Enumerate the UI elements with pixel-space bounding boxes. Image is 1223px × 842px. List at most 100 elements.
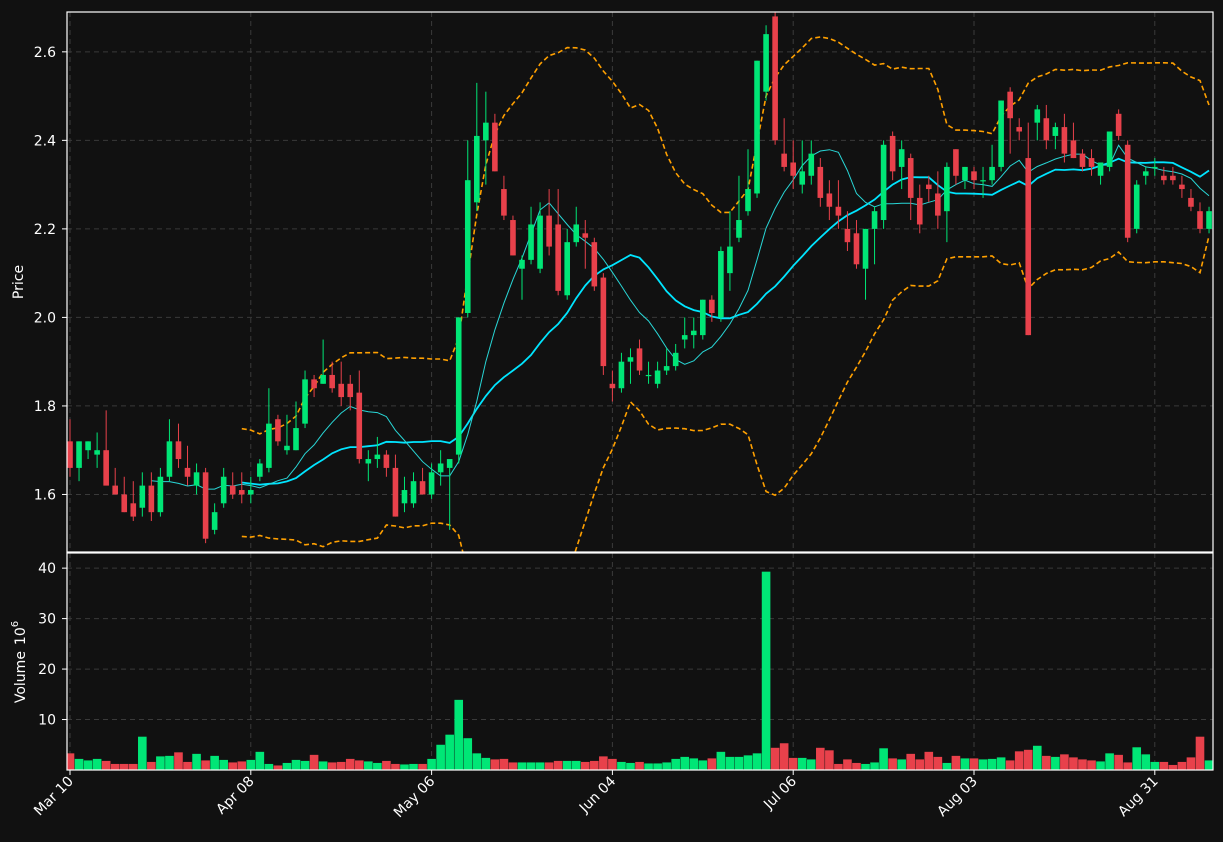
- volume-bar: [544, 762, 554, 770]
- volume-bar: [119, 763, 129, 770]
- volume-bar: [83, 760, 93, 770]
- volume-bar: [707, 758, 717, 770]
- candle-body: [672, 352, 679, 367]
- volume-bar: [734, 756, 744, 770]
- volume-bar: [915, 759, 925, 770]
- volume-bar: [1042, 755, 1051, 770]
- volume-bar: [834, 763, 843, 770]
- volume-bar: [861, 763, 870, 770]
- price-tick-label: 2.2: [34, 222, 56, 238]
- volume-bar: [608, 758, 617, 770]
- candle-body: [1043, 118, 1050, 141]
- candle-body: [1070, 140, 1077, 159]
- volume-bar: [761, 571, 771, 770]
- volume-bar: [653, 763, 662, 770]
- volume-bar: [816, 747, 825, 770]
- volume-bar: [210, 755, 219, 770]
- volume-bar: [327, 762, 337, 770]
- volume-bar: [1195, 736, 1205, 770]
- volume-bar: [318, 761, 328, 770]
- candle-body: [1115, 113, 1122, 136]
- volume-bar: [1123, 762, 1132, 770]
- candle-body: [998, 100, 1004, 167]
- volume-bar: [698, 760, 708, 770]
- volume-bar: [1150, 761, 1160, 770]
- candle-body: [184, 467, 191, 477]
- volume-bar: [879, 748, 888, 770]
- volume-bar: [1078, 759, 1087, 770]
- candle-body: [627, 357, 634, 362]
- candle-body: [1170, 175, 1176, 181]
- candle-body: [600, 277, 607, 367]
- volume-bar: [978, 759, 988, 770]
- candle-body: [483, 122, 489, 141]
- candle-body: [103, 450, 109, 486]
- price-tick-label: 2.0: [34, 310, 56, 326]
- volume-bar: [1005, 760, 1015, 770]
- volume-bar: [960, 758, 970, 770]
- volume-bar: [427, 758, 436, 770]
- candle-body: [817, 166, 824, 198]
- volume-bar: [165, 755, 174, 770]
- candle-body: [392, 467, 399, 517]
- volume-bar: [888, 758, 897, 770]
- candle-body: [166, 441, 173, 477]
- candle-body: [654, 370, 661, 384]
- candle-body: [826, 193, 833, 207]
- volume-tick-label: 20: [38, 662, 56, 678]
- volume-bar: [508, 762, 518, 770]
- candle-body: [94, 450, 100, 455]
- volume-bar: [472, 753, 482, 770]
- volume-bar: [400, 764, 409, 770]
- candle-body: [1079, 153, 1086, 167]
- candle-body: [510, 220, 516, 256]
- volume-bar: [924, 751, 934, 770]
- candle-body: [1206, 211, 1212, 229]
- volume-bar: [92, 758, 102, 770]
- volume-bar: [680, 756, 690, 770]
- candle-body: [139, 485, 146, 508]
- volume-bar: [870, 762, 879, 770]
- candle-body: [745, 189, 751, 212]
- candle-body: [844, 228, 851, 243]
- candle-body: [700, 299, 706, 336]
- candle-body: [1197, 211, 1203, 229]
- candle-body: [1179, 184, 1185, 190]
- candle-body: [880, 144, 887, 221]
- volume-bar: [635, 761, 644, 770]
- candle-body: [1124, 144, 1131, 238]
- volume-bar: [391, 763, 400, 770]
- volume-bar: [1069, 757, 1078, 770]
- volume-bar: [237, 761, 247, 770]
- candle-body: [275, 419, 281, 442]
- candle-body: [1016, 127, 1022, 132]
- candle-body: [257, 463, 263, 477]
- volume-bar: [933, 756, 943, 770]
- volume-bar: [1132, 747, 1142, 770]
- candle-body: [1061, 127, 1068, 154]
- volume-bar: [562, 760, 572, 770]
- candle-body: [238, 490, 245, 495]
- volume-bar: [147, 761, 156, 770]
- volume-bar: [273, 765, 283, 770]
- volume-bar: [110, 763, 120, 770]
- candle-body: [609, 383, 616, 389]
- volume-bar: [843, 759, 852, 770]
- volume-bar: [1177, 761, 1187, 770]
- volume-bar: [128, 763, 138, 770]
- volume-bar: [1051, 756, 1060, 770]
- volume-bar: [716, 751, 726, 770]
- candle-body: [781, 153, 787, 167]
- candle-body: [718, 251, 724, 318]
- candle-body: [112, 485, 118, 495]
- candle-body: [519, 259, 525, 269]
- candle-body: [853, 233, 860, 265]
- candle-body: [347, 383, 354, 398]
- candle-body: [1025, 158, 1032, 336]
- price-tick-label: 2.6: [34, 45, 56, 61]
- volume-bar: [101, 760, 111, 770]
- candle-body: [907, 158, 914, 198]
- candle-body: [229, 485, 236, 495]
- candle-body: [130, 503, 137, 517]
- volume-axis-title: Volume 106: [10, 621, 29, 703]
